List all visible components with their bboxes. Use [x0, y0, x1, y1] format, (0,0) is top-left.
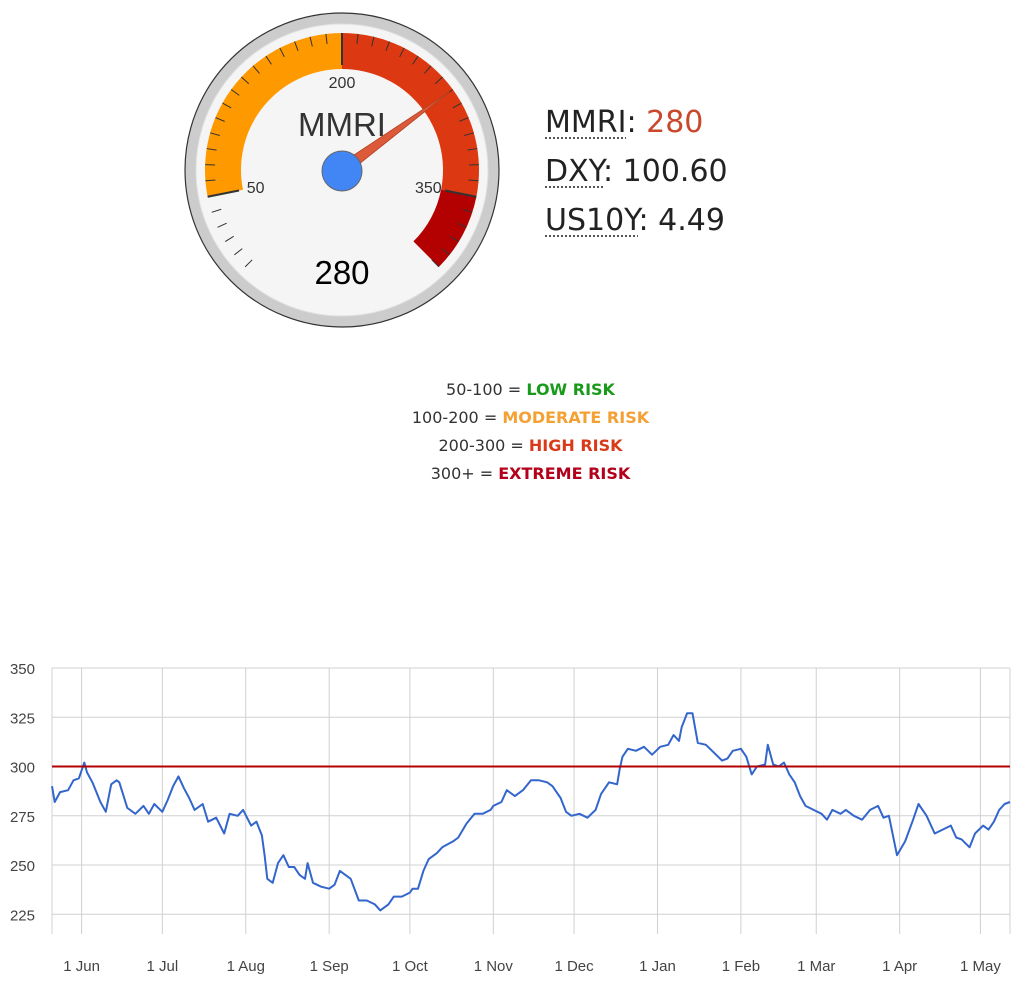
readout-mmri: MMRI: 280: [545, 105, 704, 140]
gauge-tick-label-50: 50: [247, 180, 265, 197]
x-tick-label: 1 Jun: [63, 958, 100, 975]
readout-label: US10Y: [545, 203, 639, 238]
gauge-hub: [321, 150, 363, 192]
legend-level: HIGH RISK: [528, 436, 623, 455]
legend-range: 200-300 =: [438, 436, 524, 455]
legend-range: 50-100 =: [446, 380, 522, 399]
x-tick-label: 1 Jan: [639, 958, 676, 975]
mmri-gauge: 50 200 350 MMRI 280: [184, 12, 500, 328]
x-tick-label: 1 Mar: [797, 958, 835, 975]
risk-legend: 50-100 = LOW RISK 100-200 = MODERATE RIS…: [0, 376, 1024, 488]
gauge-title: MMRI: [298, 106, 386, 143]
x-tick-label: 1 Aug: [227, 958, 265, 975]
series-line-0: [51, 712, 1011, 912]
y-tick-label: 250: [10, 858, 35, 875]
mmri-history-chart: 225 250 275 300 325 350 1 Jun 1 Jul 1 Aug 1 Sep 1 …: [10, 661, 1011, 975]
x-tick-label: 1 Apr: [882, 958, 917, 975]
legend-row-extreme: 300+ = EXTREME RISK: [0, 460, 1024, 488]
legend-level: MODERATE RISK: [502, 408, 650, 427]
readout-value: 4.49: [658, 203, 725, 238]
y-tick-label: 225: [10, 907, 35, 924]
x-tick-label: 1 Sep: [310, 958, 349, 975]
legend-row-low: 50-100 = LOW RISK: [0, 376, 1024, 404]
x-tick-label: 1 May: [960, 958, 1001, 975]
readout-label: DXY: [545, 154, 603, 189]
legend-level: LOW RISK: [526, 380, 615, 399]
legend-range: 100-200 =: [411, 408, 498, 427]
legend-level: EXTREME RISK: [498, 464, 631, 483]
gauge-tick-label-200: 200: [329, 75, 356, 92]
x-tick-label: 1 Dec: [554, 958, 594, 975]
x-tick-label: 1 Nov: [474, 958, 514, 975]
gauge-tick-label-350: 350: [415, 180, 442, 197]
readout-dxy: DXY: 100.60: [545, 154, 728, 189]
y-tick-label: 350: [10, 661, 35, 678]
x-tick-label: 1 Feb: [722, 958, 760, 975]
readout-us10y: US10Y: 4.49: [545, 203, 725, 238]
market-readouts: MMRI: 280 DXY: 100.60 US10Y: 4.49: [545, 98, 728, 245]
readout-value: 100.60: [622, 154, 728, 189]
y-tick-label: 275: [10, 809, 35, 826]
legend-range: 300+ =: [430, 464, 494, 483]
y-tick-label: 300: [10, 760, 35, 777]
x-tick-label: 1 Jul: [146, 958, 178, 975]
chart-grid: [51, 667, 1011, 934]
y-tick-label: 325: [10, 710, 35, 727]
legend-row-moderate: 100-200 = MODERATE RISK: [0, 404, 1024, 432]
readout-value: 280: [646, 105, 704, 140]
legend-row-high: 200-300 = HIGH RISK: [0, 432, 1024, 460]
readout-label: MMRI: [545, 105, 627, 140]
x-tick-label: 1 Oct: [392, 958, 429, 975]
gauge-value: 280: [314, 254, 369, 291]
